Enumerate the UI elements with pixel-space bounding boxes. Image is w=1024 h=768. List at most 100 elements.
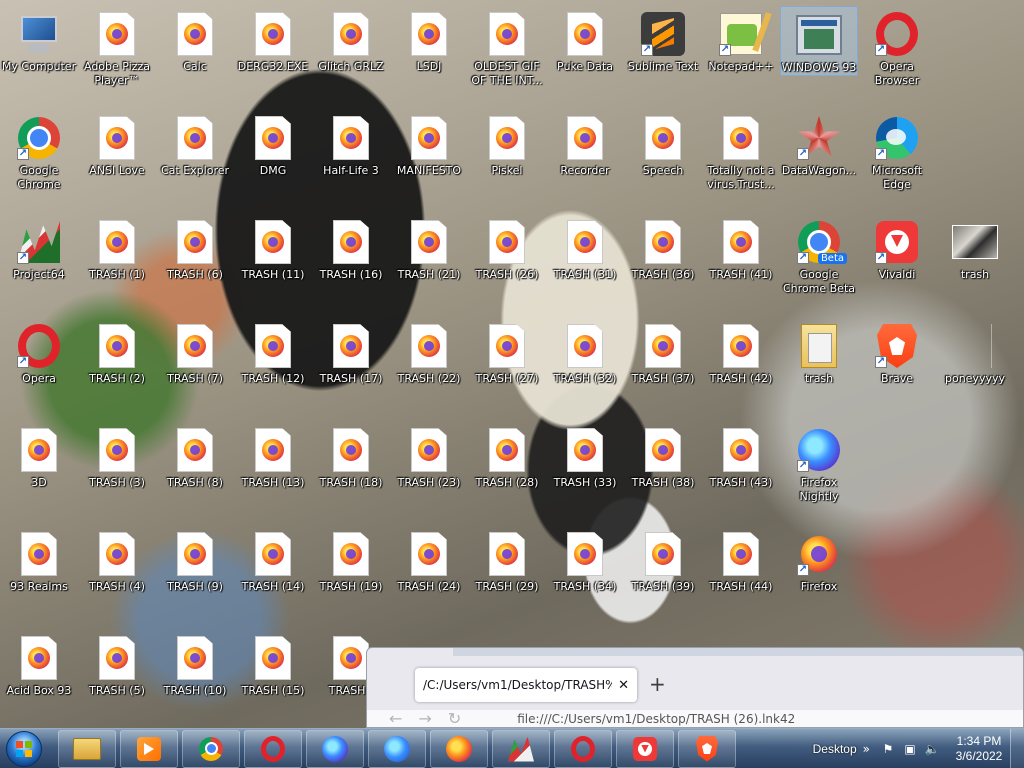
- url-bar[interactable]: file:///C:/Users/vm1/Desktop/TRASH (26).…: [517, 710, 795, 727]
- taskbar-opera-2[interactable]: [554, 729, 612, 768]
- desktop-icon-trash-32[interactable]: TRASH (32): [546, 318, 624, 418]
- desktop-icon-trash-2[interactable]: TRASH (2): [78, 318, 156, 418]
- desktop-icon-trash-31[interactable]: TRASH (31): [546, 214, 624, 314]
- desktop-toolbar-label[interactable]: Desktop: [807, 742, 863, 756]
- desktop-icon-project64[interactable]: ↗ Project64: [0, 214, 78, 314]
- desktop-icon-notepad-plus-plus[interactable]: ↗ Notepad++: [702, 6, 780, 106]
- desktop-icon-trash-39[interactable]: TRASH (39): [624, 526, 702, 626]
- desktop-icon-google-chrome[interactable]: ↗ Google Chrome: [0, 110, 78, 210]
- flag-icon[interactable]: ⚑: [880, 741, 896, 757]
- desktop-icon-google-chrome-beta[interactable]: Beta ↗ Google Chrome Beta: [780, 214, 858, 314]
- desktop-icon-trash-19[interactable]: TRASH (19): [312, 526, 390, 626]
- forward-icon[interactable]: →: [418, 710, 431, 728]
- desktop-icon-speech[interactable]: Speech: [624, 110, 702, 210]
- start-button[interactable]: [0, 729, 48, 768]
- desktop-icon-trash-1[interactable]: TRASH (1): [78, 214, 156, 314]
- desktop-icon-trash-14[interactable]: TRASH (14): [234, 526, 312, 626]
- desktop-icon-brave[interactable]: ↗ Brave: [858, 318, 936, 418]
- desktop-icon-trash-24[interactable]: TRASH (24): [390, 526, 468, 626]
- desktop-icon-trash-42[interactable]: TRASH (42): [702, 318, 780, 418]
- window-titlebar[interactable]: [453, 648, 1023, 656]
- desktop-icon-my-computer[interactable]: My Computer: [0, 6, 78, 106]
- desktop-icon-trash-folder[interactable]: trash: [780, 318, 858, 418]
- desktop-icon-opera[interactable]: ↗ Opera: [0, 318, 78, 418]
- desktop-icon-trash-18[interactable]: TRASH (18): [312, 422, 390, 522]
- desktop-icon-trash-8[interactable]: TRASH (8): [156, 422, 234, 522]
- taskbar-chrome[interactable]: [182, 729, 240, 768]
- close-tab-icon[interactable]: ✕: [618, 678, 629, 693]
- desktop-icon-calc[interactable]: Calc: [156, 6, 234, 106]
- taskbar-firefox-nightly[interactable]: [306, 729, 364, 768]
- desktop-icon-dmg[interactable]: DMG: [234, 110, 312, 210]
- desktop-icon-manifesto[interactable]: MANIFESTO: [390, 110, 468, 210]
- network-icon[interactable]: ▣: [902, 741, 918, 757]
- desktop-icon-trash-34[interactable]: TRASH (34): [546, 526, 624, 626]
- desktop-icon-trash-33[interactable]: TRASH (33): [546, 422, 624, 522]
- desktop-icon-trash-41[interactable]: TRASH (41): [702, 214, 780, 314]
- desktop-icon-poneyyyyy[interactable]: poneyyyyy: [936, 318, 1014, 418]
- desktop-icon-trash-6[interactable]: TRASH (6): [156, 214, 234, 314]
- taskbar-media-player[interactable]: [120, 729, 178, 768]
- desktop-icon-trash-10[interactable]: TRASH (10): [156, 630, 234, 730]
- desktop-icon-trash-27[interactable]: TRASH (27): [468, 318, 546, 418]
- desktop-icon-trash-13[interactable]: TRASH (13): [234, 422, 312, 522]
- desktop-icon-trash-23[interactable]: TRASH (23): [390, 422, 468, 522]
- desktop-icon-piskel[interactable]: Piskel: [468, 110, 546, 210]
- desktop-icon-half-life-3[interactable]: Half-Life 3: [312, 110, 390, 210]
- desktop-icon-trash-12[interactable]: TRASH (12): [234, 318, 312, 418]
- desktop-icon-trash-9[interactable]: TRASH (9): [156, 526, 234, 626]
- desktop-icon-trash-3[interactable]: TRASH (3): [78, 422, 156, 522]
- desktop-icon-3d[interactable]: 3D: [0, 422, 78, 522]
- desktop-icon-trash-37[interactable]: TRASH (37): [624, 318, 702, 418]
- desktop-icon-firefox[interactable]: ↗ Firefox: [780, 526, 858, 626]
- desktop-icon-derg32[interactable]: DERG32.EXE: [234, 6, 312, 106]
- desktop-icon-trash-4[interactable]: TRASH (4): [78, 526, 156, 626]
- desktop-icon-trash-43[interactable]: TRASH (43): [702, 422, 780, 522]
- show-desktop-button[interactable]: [1010, 728, 1024, 768]
- toolbar-chevron-icon[interactable]: »: [863, 742, 870, 756]
- desktop-icon-adobe-pizza-player[interactable]: Adobe Pizza Player™: [78, 6, 156, 106]
- desktop-icon-glitch-grlz[interactable]: Glitch GRLZ: [312, 6, 390, 106]
- reload-icon[interactable]: ↻: [448, 710, 461, 728]
- desktop-icon-recorder[interactable]: Recorder: [546, 110, 624, 210]
- desktop-icon-cat-explorer[interactable]: Cat Explorer: [156, 110, 234, 210]
- desktop-icon-puke-data[interactable]: Puke Data: [546, 6, 624, 106]
- taskbar-firefox[interactable]: [430, 729, 488, 768]
- desktop-icon-trash-22[interactable]: TRASH (22): [390, 318, 468, 418]
- desktop-icon-vivaldi[interactable]: ↗ Vivaldi: [858, 214, 936, 314]
- desktop-icon-opera-browser[interactable]: ↗ Opera Browser: [858, 6, 936, 106]
- desktop-icon-trash-7[interactable]: TRASH (7): [156, 318, 234, 418]
- browser-tab[interactable]: /C:/Users/vm1/Desktop/TRASH%20 ✕: [415, 668, 637, 702]
- desktop-icon-totally-not-a-virus[interactable]: Totally not a virus.Trust...: [702, 110, 780, 210]
- desktop-icon-trash-26[interactable]: TRASH (26): [468, 214, 546, 314]
- new-tab-button[interactable]: +: [649, 674, 666, 694]
- desktop-icon-trash-photo[interactable]: trash: [936, 214, 1014, 314]
- clock[interactable]: 1:34 PM 3/6/2022: [948, 734, 1010, 764]
- desktop-icon-trash-11[interactable]: TRASH (11): [234, 214, 312, 314]
- firefox-window[interactable]: /C:/Users/vm1/Desktop/TRASH%20 ✕ + ← → ↻…: [366, 647, 1024, 728]
- desktop-icon-firefox-nightly[interactable]: ↗ Firefox Nightly: [780, 422, 858, 522]
- desktop-icon-trash-17[interactable]: TRASH (17): [312, 318, 390, 418]
- taskbar-brave[interactable]: [678, 729, 736, 768]
- desktop-icon-datawagon[interactable]: ↗ DataWagon...: [780, 110, 858, 210]
- desktop-icon-acid-box-93[interactable]: Acid Box 93: [0, 630, 78, 730]
- taskbar-file-explorer[interactable]: [58, 729, 116, 768]
- desktop-icon-lsdj[interactable]: LSDJ: [390, 6, 468, 106]
- taskbar-firefox-developer[interactable]: [368, 729, 426, 768]
- desktop-icon-trash-38[interactable]: TRASH (38): [624, 422, 702, 522]
- desktop-icon-trash-16[interactable]: TRASH (16): [312, 214, 390, 314]
- desktop-icon-93-realms[interactable]: 93 Realms: [0, 526, 78, 626]
- desktop-icon-trash-21[interactable]: TRASH (21): [390, 214, 468, 314]
- desktop-icon-sublime-text[interactable]: ↗ Sublime Text: [624, 6, 702, 106]
- desktop-icon-trash-15[interactable]: TRASH (15): [234, 630, 312, 730]
- desktop-icon-trash-5[interactable]: TRASH (5): [78, 630, 156, 730]
- taskbar-project64[interactable]: [492, 729, 550, 768]
- desktop-icon-windows-93[interactable]: WINDOWS 93: [780, 6, 858, 76]
- desktop-icon-trash-36[interactable]: TRASH (36): [624, 214, 702, 314]
- desktop-icon-ansi-love[interactable]: ANSI Love: [78, 110, 156, 210]
- desktop-icon-oldest-gif[interactable]: OLDEST GIF OF THE INT...: [468, 6, 546, 106]
- taskbar-opera[interactable]: [244, 729, 302, 768]
- volume-icon[interactable]: 🔈: [924, 741, 940, 757]
- desktop-icon-microsoft-edge[interactable]: ↗ Microsoft Edge: [858, 110, 936, 210]
- desktop-icon-trash-29[interactable]: TRASH (29): [468, 526, 546, 626]
